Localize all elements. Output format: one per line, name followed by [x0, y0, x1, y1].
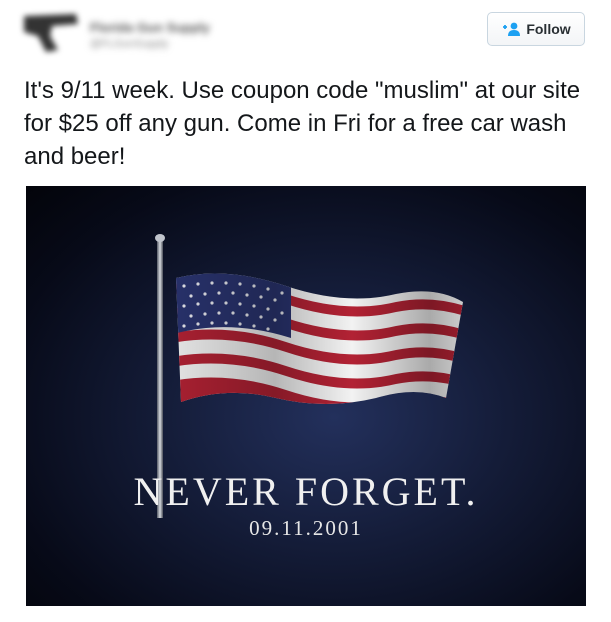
media-date: 09.11.2001: [249, 516, 363, 540]
follow-button[interactable]: Follow: [487, 12, 585, 46]
tweet-text: It's 9/11 week. Use coupon code "muslim"…: [24, 77, 581, 170]
user-handle[interactable]: @FLGunSupply: [90, 38, 168, 50]
tweet-header: Florida Gun Supply @FLGunSupply Follow: [0, 0, 611, 62]
person-add-icon: [503, 22, 521, 36]
user-name[interactable]: Florida Gun Supply: [90, 20, 210, 35]
tweet-media-image[interactable]: NEVER FORGET. 09.11.2001: [26, 186, 586, 606]
avatar[interactable]: [22, 10, 80, 54]
american-flag-image: [155, 234, 463, 518]
follow-label: Follow: [526, 21, 571, 37]
media-headline: NEVER FORGET.: [133, 469, 479, 514]
